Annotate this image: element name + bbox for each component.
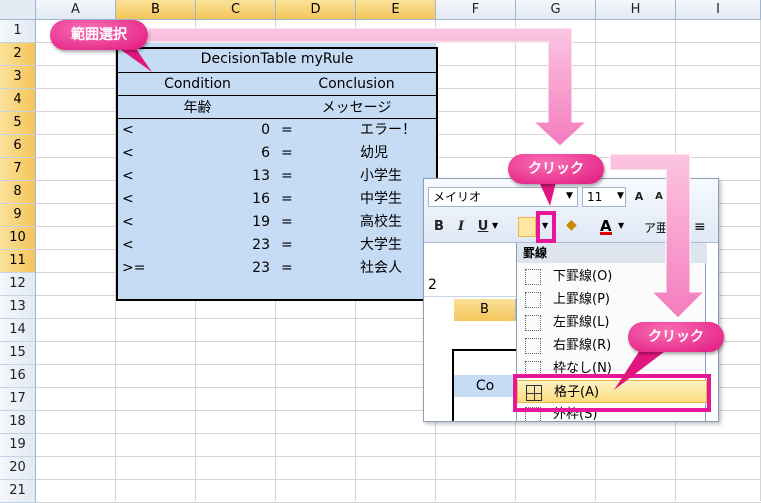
callout-select-range: 範囲選択	[50, 20, 148, 50]
callout-pointer	[614, 350, 664, 390]
arrow-to-border-button	[147, 27, 588, 147]
callout-click-border: クリック	[508, 154, 604, 184]
arrow-to-menu	[609, 153, 706, 319]
tutorial-arrows	[110, 27, 706, 390]
callout-pointer	[540, 182, 556, 206]
callout-click-grid: クリック	[628, 322, 724, 352]
